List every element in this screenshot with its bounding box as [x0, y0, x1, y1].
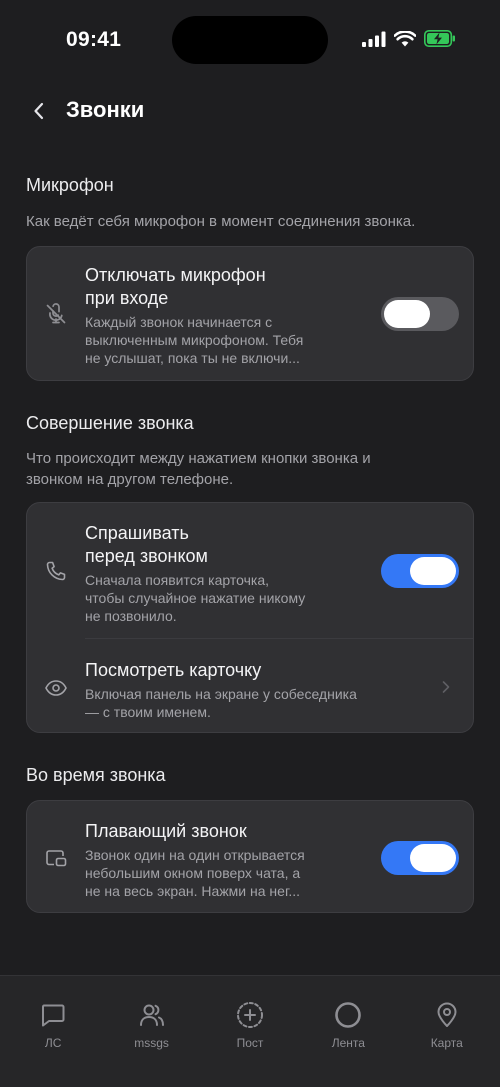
plus-circle-icon	[235, 1000, 265, 1030]
tab-label: Пост	[236, 1036, 264, 1050]
toggle-knob	[410, 844, 456, 872]
view-card-title: Посмотреть карточку	[85, 660, 262, 680]
floating-call-sub-2: небольшим окном поверх чата, а	[85, 865, 301, 881]
card-calling: Спрашивать перед звонком Сначала появитс…	[26, 502, 474, 733]
battery-charging-icon	[424, 30, 456, 52]
tab-bar: ЛС mssgs Пост Лента Карта	[0, 975, 500, 1087]
tab-dm[interactable]: ЛС	[8, 976, 98, 1087]
section-title-microphone: Микрофон	[26, 175, 114, 195]
chevron-left-icon	[34, 102, 44, 120]
status-bar: 09:41	[0, 0, 500, 80]
card-during: Плавающий звонок Звонок один на один отк…	[26, 800, 474, 913]
view-card-sub-2: — с твоим именем.	[85, 704, 211, 720]
section-desc-calling-line-1: Что происходит между нажатием кнопки зво…	[26, 450, 371, 467]
mic-off-icon	[43, 301, 69, 327]
status-time: 09:41	[66, 28, 122, 51]
floating-call-sub-3: не на весь экран. Нажми на нег...	[85, 883, 301, 899]
phone-icon	[43, 558, 69, 584]
ask-before-call-toggle[interactable]	[381, 554, 459, 588]
map-pin-icon	[432, 1000, 462, 1030]
ask-before-call-sub-2: чтобы случайное нажатие никому	[85, 590, 306, 606]
section-desc-calling-line-2: звонком на другом телефоне.	[26, 471, 234, 488]
mute-on-join-title-1: Отключать микрофон	[85, 265, 266, 285]
tab-map[interactable]: Карта	[402, 976, 492, 1087]
circle-icon	[333, 1000, 363, 1030]
ask-before-call-sub-3: не позвонило.	[85, 608, 177, 624]
wifi-icon	[393, 29, 417, 52]
signal-icon	[362, 31, 386, 52]
mute-on-join-sub-3: не услышат, пока ты не включи...	[85, 350, 300, 366]
tab-label: ЛС	[44, 1036, 62, 1050]
mute-on-join-title-2: при входе	[85, 288, 169, 308]
back-button[interactable]	[24, 96, 54, 126]
chevron-right-icon	[442, 681, 450, 693]
toggle-knob	[410, 557, 456, 585]
tab-label: Карта	[430, 1036, 463, 1050]
tab-post[interactable]: Пост	[205, 976, 295, 1087]
section-title-during: Во время звонка	[26, 765, 166, 785]
status-icons	[362, 29, 456, 52]
mute-on-join-sub-1: Каждый звонок начинается с	[85, 314, 273, 330]
page-title: Звонки	[66, 97, 145, 122]
card-microphone: Отключать микрофон при входе Каждый звон…	[26, 246, 474, 381]
eye-icon	[43, 675, 69, 701]
header: Звонки	[0, 90, 500, 134]
mute-on-join-toggle[interactable]	[381, 297, 459, 331]
toggle-knob	[384, 300, 430, 328]
chat-bubble-icon	[38, 1000, 68, 1030]
section-desc-microphone: Как ведёт себя микрофон в момент соедине…	[26, 213, 416, 230]
row-floating-call[interactable]: Плавающий звонок Звонок один на один отк…	[27, 801, 473, 912]
floating-call-sub-1: Звонок один на один открывается	[85, 847, 305, 863]
tab-label: Лента	[331, 1036, 365, 1050]
tab-feed[interactable]: Лента	[303, 976, 393, 1087]
ask-before-call-title-2: перед звонком	[85, 546, 208, 566]
view-card-sub-1: Включая панель на экране у собеседника	[85, 686, 357, 702]
dynamic-island	[172, 16, 328, 64]
users-icon	[137, 1000, 167, 1030]
floating-call-title: Плавающий звонок	[85, 821, 247, 841]
row-view-card[interactable]: Посмотреть карточку Включая панель на эк…	[27, 639, 473, 733]
section-title-calling: Совершение звонка	[26, 413, 194, 433]
row-ask-before-call[interactable]: Спрашивать перед звонком Сначала появитс…	[27, 503, 473, 638]
ask-before-call-sub-1: Сначала появится карточка,	[85, 572, 270, 588]
section-desc-calling: Что происходит между нажатием кнопки зво…	[26, 448, 476, 490]
tab-mssgs[interactable]: mssgs	[107, 976, 197, 1087]
mute-on-join-sub-2: выключенным микрофоном. Тебя	[85, 332, 304, 348]
floating-call-toggle[interactable]	[381, 841, 459, 875]
screen: 09:41 Звонки Микрофон Как ведёт себя мик…	[0, 0, 500, 1087]
ask-before-call-title-1: Спрашивать	[85, 523, 189, 543]
picture-in-picture-icon	[43, 845, 69, 871]
row-mute-on-join[interactable]: Отключать микрофон при входе Каждый звон…	[27, 247, 473, 380]
tab-label: mssgs	[134, 1036, 169, 1050]
